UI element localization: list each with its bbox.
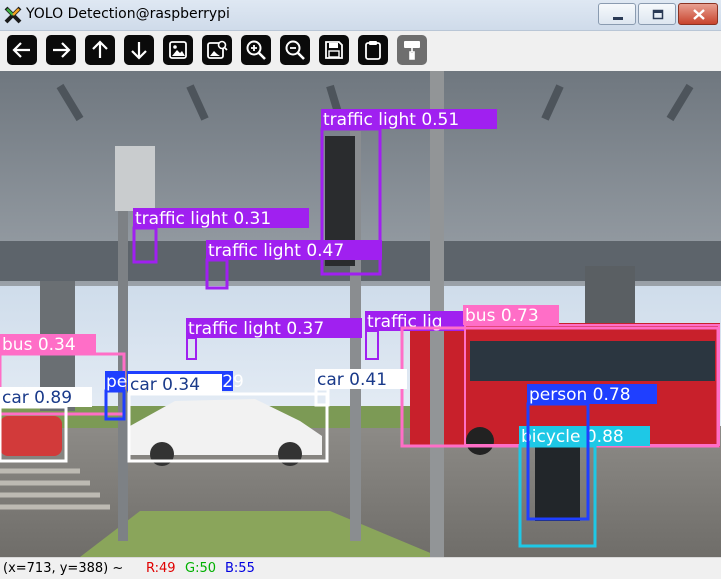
pixel-green-value: G:50 [185, 561, 216, 576]
zoom-out-button[interactable] [280, 35, 310, 65]
image-search-icon [207, 40, 228, 59]
image-search-button[interactable] [202, 35, 232, 65]
pixel-blue-value: B:55 [225, 561, 255, 576]
svg-text:car 0.41: car 0.41 [317, 370, 387, 390]
image-button[interactable] [163, 35, 193, 65]
save-icon [325, 41, 343, 59]
cursor-coordinates: (x=713, y=388) ~ [3, 561, 124, 576]
maximize-icon [652, 9, 664, 20]
pillar-right [585, 266, 635, 326]
forward-button[interactable] [46, 35, 76, 65]
svg-text:bus 0.73: bus 0.73 [465, 306, 539, 326]
svg-text:traffic light 0.37: traffic light 0.37 [188, 319, 324, 339]
paint-roller-icon [404, 41, 420, 60]
close-icon [693, 9, 705, 20]
detection-image: traffic light 0.51 traffic light 0.31 tr… [0, 71, 721, 557]
svg-text:bus 0.34: bus 0.34 [2, 335, 76, 355]
arrow-left-icon [12, 42, 30, 58]
svg-text:traffic light 0.47: traffic light 0.47 [208, 241, 344, 261]
toolbar [0, 31, 721, 71]
title-bar: YOLO Detection@raspberrypi [0, 0, 721, 31]
svg-text:person 0.78: person 0.78 [529, 385, 631, 405]
svg-text:bicycle 0.88: bicycle 0.88 [521, 427, 624, 447]
svg-text:car 0.34: car 0.34 [130, 375, 200, 395]
close-button[interactable] [678, 3, 718, 25]
car-left-body [0, 416, 62, 456]
maximize-button[interactable] [638, 3, 676, 25]
svg-text:pe: pe [106, 372, 127, 392]
zoom-out-icon [285, 40, 305, 60]
minimize-button[interactable] [598, 3, 636, 25]
bus-windows [470, 341, 715, 381]
pan-up-button[interactable] [85, 35, 115, 65]
paint-button[interactable] [397, 35, 427, 65]
save-button[interactable] [319, 35, 349, 65]
pixel-red-value: R:49 [146, 561, 176, 576]
svg-text:car 0.89: car 0.89 [2, 388, 72, 408]
svg-text:traffic light 0.51: traffic light 0.51 [323, 110, 459, 130]
arrow-down-icon [131, 42, 147, 60]
zoom-in-icon [246, 40, 266, 60]
x-logo-icon [4, 6, 22, 24]
detection-canvas[interactable]: traffic light 0.51 traffic light 0.31 tr… [0, 71, 721, 557]
bus-wheel [466, 427, 494, 455]
back-button[interactable] [7, 35, 37, 65]
window-title: YOLO Detection@raspberrypi [26, 6, 230, 22]
arrow-right-icon [53, 42, 71, 58]
image-icon [169, 41, 187, 59]
copy-button[interactable] [358, 35, 388, 65]
signal-head-left [115, 146, 155, 211]
minimize-icon [613, 17, 623, 20]
svg-text:traffic light 0.31: traffic light 0.31 [135, 209, 271, 229]
clipboard-icon [365, 41, 381, 60]
zoom-in-button[interactable] [241, 35, 271, 65]
pan-down-button[interactable] [124, 35, 154, 65]
status-bar: (x=713, y=388) ~ R:49 G:50 B:55 [0, 557, 721, 579]
arrow-up-icon [92, 40, 108, 58]
